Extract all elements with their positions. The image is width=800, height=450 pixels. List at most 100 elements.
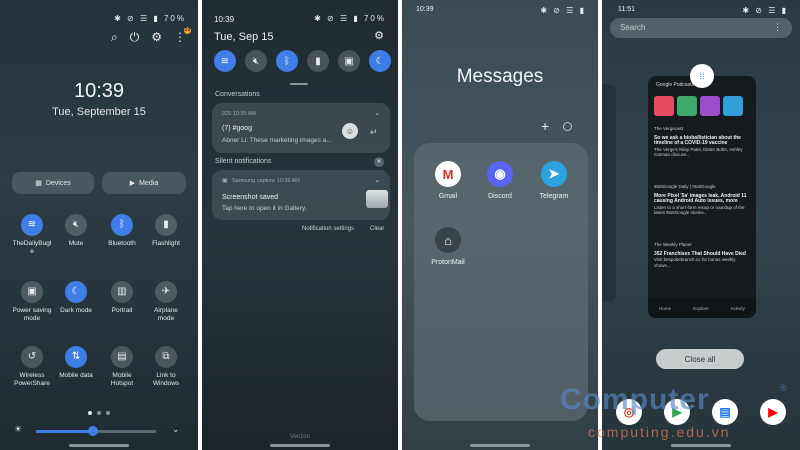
- grid-icon: ▦: [35, 180, 42, 187]
- app-discord[interactable]: ◉ Discord: [478, 161, 522, 200]
- nav-handle: [69, 444, 129, 447]
- search-icon[interactable]: ⌕: [111, 30, 118, 45]
- powershare-icon: ↺: [21, 346, 43, 368]
- chevron-down-icon[interactable]: ⌄: [374, 176, 380, 184]
- watermark-brand: Computer: [560, 383, 710, 416]
- quick-tile-label: Flashlight: [152, 240, 180, 247]
- flashlight-icon[interactable]: ▮: [307, 50, 329, 72]
- quick-settings-panel: ✱ ⊘ ☰ ▮ 70% ⌕ ⏻ ⚙ ⋮ 29 10:39 Tue, Septemb…: [0, 0, 198, 450]
- episode-item[interactable]: The Vergecast So we ask a bioballistician…: [654, 126, 750, 158]
- carrier-label: Verizon: [289, 434, 310, 440]
- power-icon[interactable]: ⏻: [130, 30, 140, 45]
- episode-title: More Pixel '5a' images leak, Android 11 …: [654, 192, 747, 204]
- recent-app-card-podcasts[interactable]: Google Podcasts The Vergecast So we ask a…: [648, 76, 756, 318]
- telegram-icon: ➤: [541, 161, 567, 187]
- watermark-reg: ®: [780, 383, 787, 393]
- episode-title: So we ask a bioballistician about the ti…: [654, 134, 741, 146]
- quick-tile-label: Dark mode: [60, 307, 92, 314]
- quick-tile-label: Mute: [68, 240, 84, 247]
- devices-button[interactable]: ▦ Devices: [12, 172, 94, 194]
- quick-tile-mobile-data[interactable]: ⇅ Mobile data: [56, 346, 96, 380]
- avatar: ☺: [342, 123, 358, 139]
- app-telegram[interactable]: ➤ Telegram: [532, 161, 576, 200]
- power-saving-icon[interactable]: ▣: [338, 50, 360, 72]
- quick-tile-label: Power saving mode: [12, 307, 52, 322]
- episode-item[interactable]: 9to5Google Daily | 9to5Google More Pixel …: [654, 184, 750, 216]
- episode-desc: The Verge's Nilay Patel, Dieter Bohn, As…: [654, 146, 743, 158]
- nav-explore[interactable]: Explore: [693, 306, 708, 311]
- app-gmail[interactable]: M Gmail: [426, 161, 470, 200]
- episode-item[interactable]: The Weekly Planet 352 Franchises That Sho…: [654, 242, 750, 268]
- status-icons: ✱ ⊘ ☰ ▮ 70%: [114, 14, 186, 23]
- quick-tile-moon[interactable]: ☾ Dark mode: [56, 281, 96, 315]
- screenshot-thumbnail: [366, 190, 388, 208]
- wifi-icon: ≋: [21, 214, 43, 236]
- status-icons: ✱ ⊘ ☰ ▮: [742, 6, 788, 15]
- news-icon[interactable]: ▤: [712, 399, 738, 425]
- podcast-cover[interactable]: [654, 96, 674, 116]
- quick-tile-link-windows[interactable]: ⧉ Link to Windows: [146, 346, 186, 388]
- mobile-data-icon: ⇅: [65, 346, 87, 368]
- gmail-icon: M: [435, 161, 461, 187]
- podcast-cover[interactable]: [677, 96, 697, 116]
- moon-icon: ☾: [65, 281, 87, 303]
- folder-title[interactable]: Messages: [402, 66, 598, 88]
- portrait-icon: ▥: [111, 281, 133, 303]
- nav-activity[interactable]: Activity: [731, 306, 745, 311]
- reply-icon[interactable]: ↵: [370, 127, 378, 138]
- quick-tile-portrait[interactable]: ▥ Portrait: [102, 281, 142, 315]
- notification-shade: 10:39 ✱ ⊘ ☰ ▮ 70% Tue, Sep 15 ⚙ ≋ 🔇︎ ᛒ ▮…: [202, 0, 398, 450]
- notification-settings-link[interactable]: Notification settings: [302, 226, 354, 232]
- quick-tile-mute[interactable]: 🔇︎ Mute: [56, 214, 96, 248]
- folder-container: M Gmail ◉ Discord ➤ Telegram ⌂ ProtonMail: [414, 143, 588, 421]
- add-icon[interactable]: +: [541, 118, 549, 134]
- status-time: 11:51: [618, 6, 635, 13]
- conversation-notification[interactable]: 925 10:39 AM ⌄ (7) #goog Abner Li: These…: [212, 103, 390, 153]
- nav-handle: [671, 444, 731, 447]
- nav-home[interactable]: Home: [659, 306, 671, 311]
- search-input[interactable]: Search ⋮: [610, 18, 792, 38]
- quick-tile-powershare[interactable]: ↺ Wireless PowerShare: [12, 346, 52, 388]
- gear-icon[interactable]: ⚙: [374, 29, 384, 42]
- recent-app-card-previous[interactable]: [602, 84, 616, 302]
- color-picker-icon[interactable]: [563, 122, 572, 131]
- drag-bar[interactable]: [290, 83, 308, 85]
- gear-icon[interactable]: ⚙: [151, 30, 162, 45]
- quick-tile-wifi[interactable]: ≋ TheDailyBugl e: [12, 214, 52, 256]
- quick-tile-label: Bluetooth: [108, 240, 136, 247]
- bluetooth-icon[interactable]: ᛒ: [276, 50, 298, 72]
- close-all-button[interactable]: Close all: [656, 349, 744, 369]
- youtube-icon[interactable]: ▶: [760, 399, 786, 425]
- notif-badge: 29: [184, 27, 191, 34]
- episode-desc: Listen to a short-form recap or roundup …: [654, 204, 745, 216]
- notif-title: Screenshot saved: [222, 194, 279, 201]
- close-icon[interactable]: ✕: [374, 157, 384, 167]
- app-protonmail[interactable]: ⌂ ProtonMail: [426, 227, 470, 266]
- brightness-thumb[interactable]: [88, 426, 98, 436]
- media-button[interactable]: ▶ Media: [102, 172, 186, 194]
- more-icon[interactable]: ⋮ 29: [174, 27, 191, 45]
- quick-tile-power-saving[interactable]: ▣ Power saving mode: [12, 281, 52, 323]
- more-icon[interactable]: ⋮: [773, 22, 782, 33]
- quick-tile-flashlight[interactable]: ▮ Flashlight: [146, 214, 186, 248]
- mute-icon[interactable]: 🔇︎: [245, 50, 267, 72]
- date: Tue, September 15: [52, 106, 146, 118]
- nav-handle: [270, 444, 330, 447]
- quick-tile-airplane[interactable]: ✈ Airplane mode: [146, 281, 186, 323]
- quick-tile-hotspot[interactable]: ▤ Mobile Hotspot: [102, 346, 142, 388]
- podcast-cover[interactable]: [723, 96, 743, 116]
- section-title-conversations: Conversations: [215, 91, 260, 98]
- podcast-cover[interactable]: [700, 96, 720, 116]
- app-label: ProtonMail: [431, 259, 465, 266]
- notif-title: (7) #goog: [222, 125, 252, 132]
- chevron-down-icon[interactable]: ⌄: [172, 424, 180, 435]
- bottom-nav: Home Explore Activity: [648, 298, 756, 318]
- app-label: Discord: [488, 193, 512, 200]
- section-title-silent: Silent notifications: [215, 158, 272, 165]
- screenshot-notification[interactable]: ▣ Samsung capture 10:39 AM ⌄ Screenshot …: [212, 170, 390, 220]
- clear-link[interactable]: Clear: [370, 226, 384, 232]
- wifi-icon[interactable]: ≋: [214, 50, 236, 72]
- moon-icon[interactable]: ☾: [369, 50, 391, 72]
- quick-tile-bluetooth[interactable]: ᛒ Bluetooth: [102, 214, 142, 248]
- chevron-down-icon[interactable]: ⌄: [374, 109, 380, 117]
